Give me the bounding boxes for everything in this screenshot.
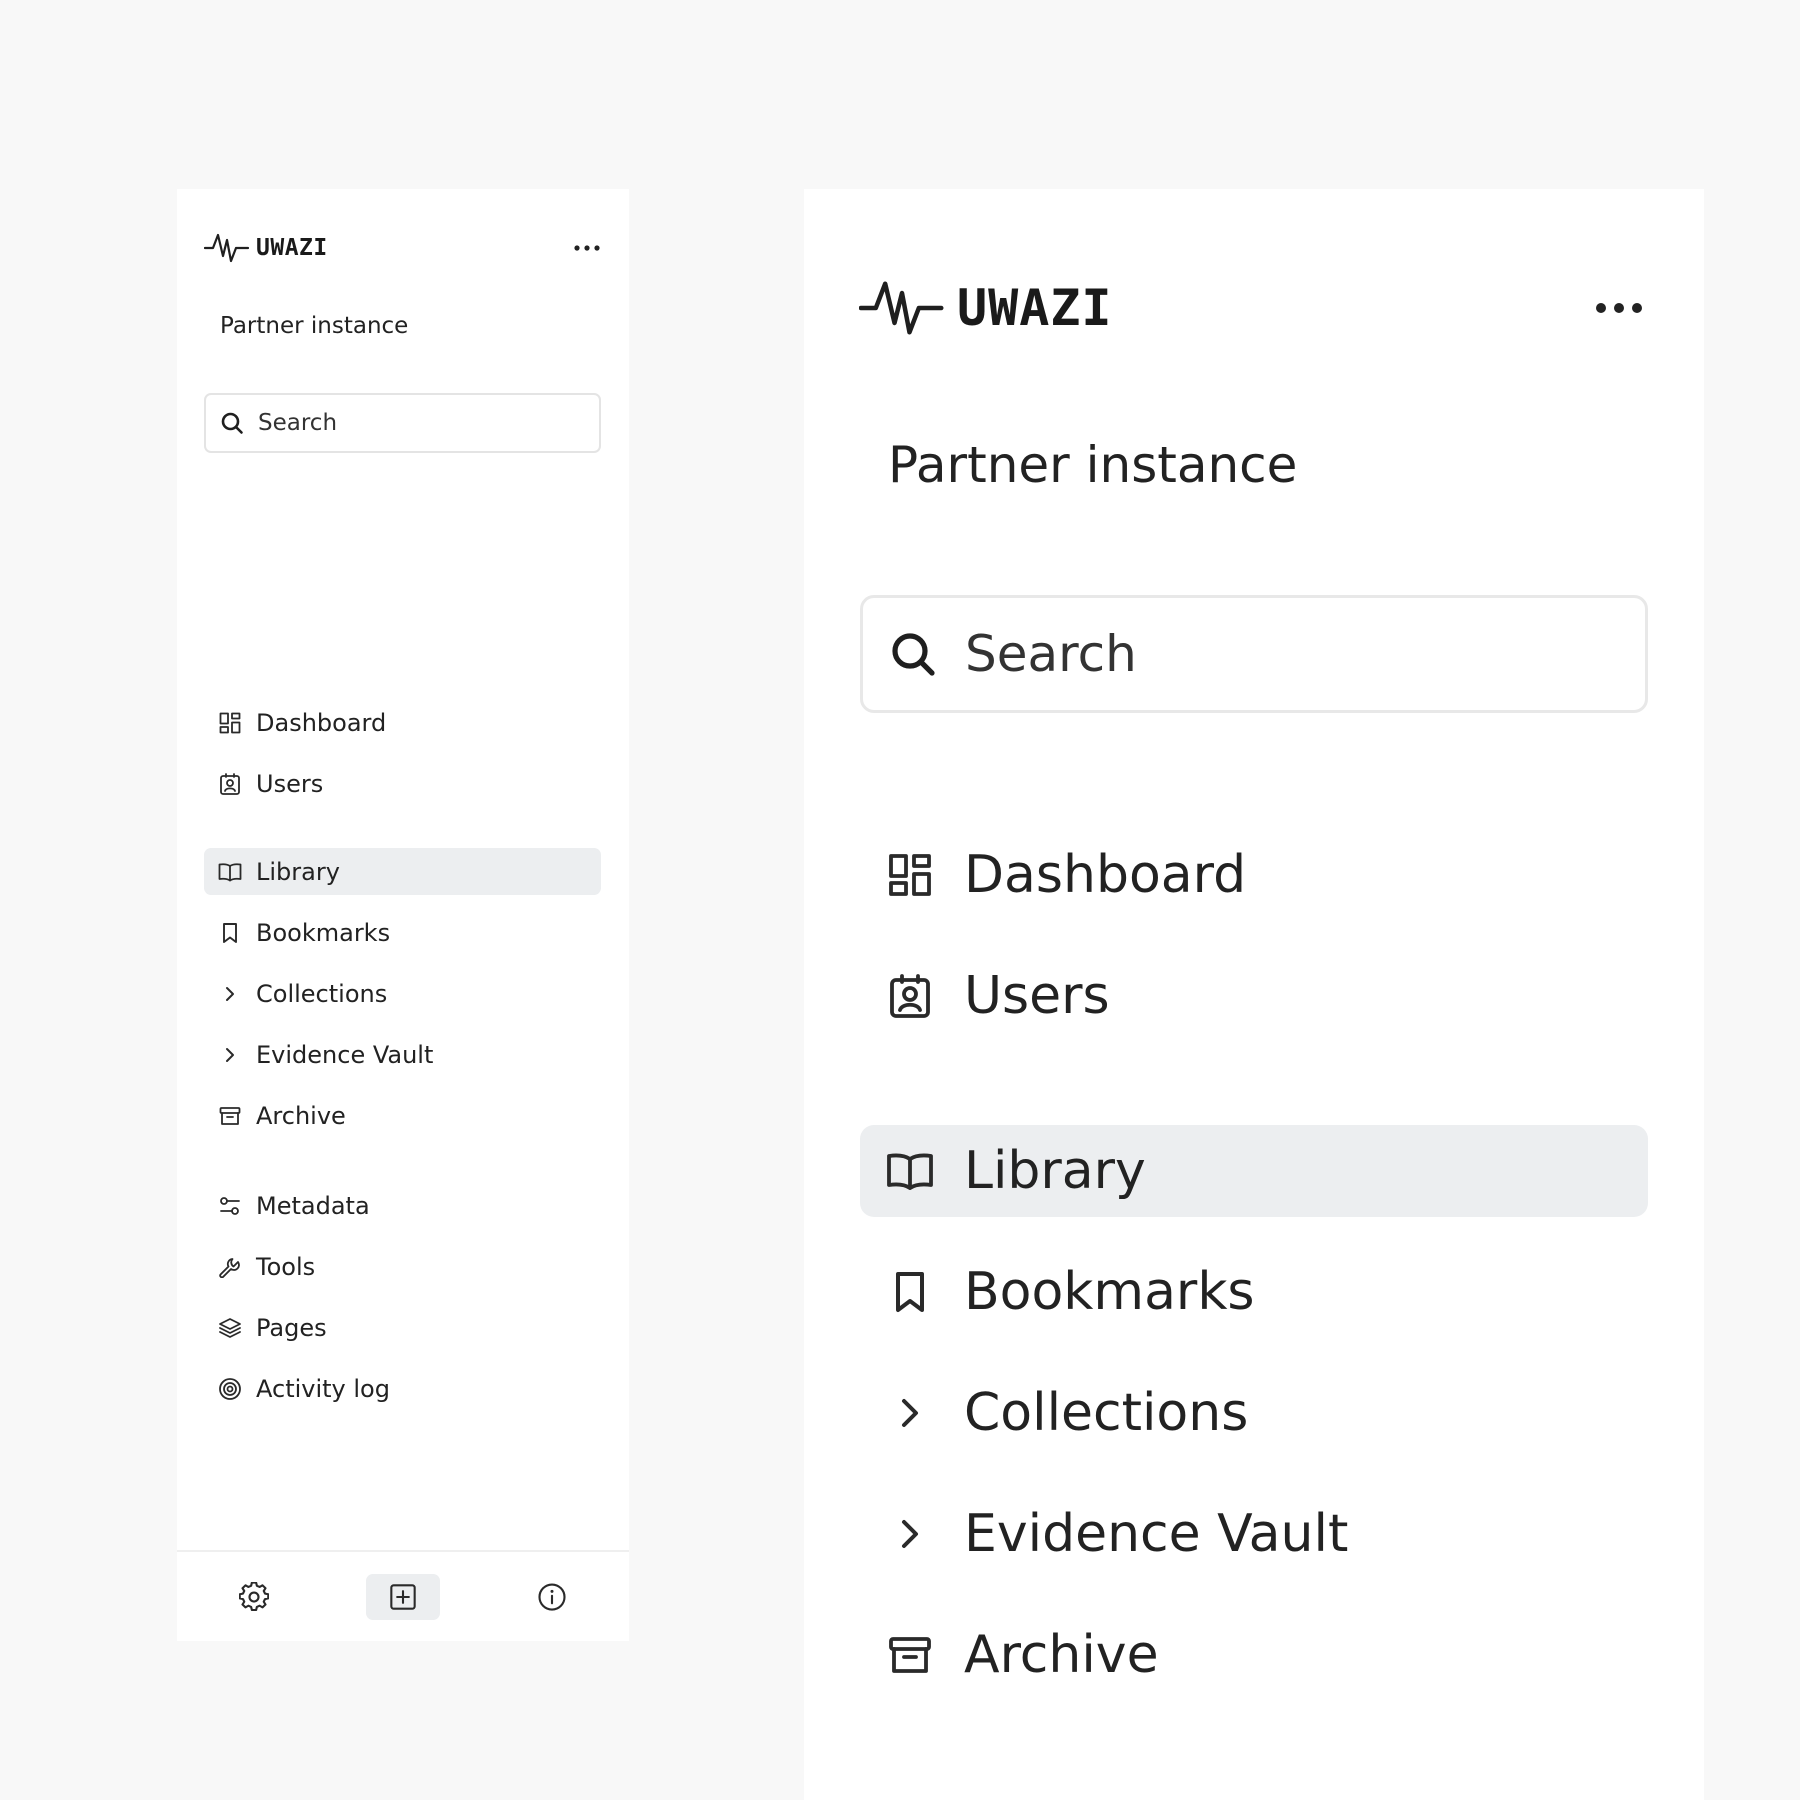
search-icon bbox=[221, 412, 243, 434]
nav-group-content: Library Bookmarks Collections Evidence V… bbox=[860, 1125, 1648, 1730]
sidebar-item-label: Pages bbox=[256, 1313, 327, 1342]
uwazi-logo-icon bbox=[204, 233, 250, 263]
chevron-right-icon[interactable] bbox=[886, 1389, 934, 1437]
target-icon bbox=[218, 1377, 242, 1401]
sidebar-item-metadata[interactable]: Metadata bbox=[204, 1182, 601, 1229]
user-badge-icon bbox=[886, 972, 934, 1020]
sidebar-item-tools[interactable]: Tools bbox=[204, 1243, 601, 1290]
zoomed-sidebar-preview: UWAZI Partner instance Search Dashboard … bbox=[804, 189, 1704, 1800]
sidebar-item-label: Archive bbox=[256, 1101, 346, 1130]
sidebar-item-bookmarks[interactable]: Bookmarks bbox=[204, 909, 601, 956]
sidebar-item-label: Evidence Vault bbox=[256, 1040, 434, 1069]
sidebar-item-evidence-vault[interactable]: Evidence Vault bbox=[204, 1031, 601, 1078]
sidebar-item-label: Bookmarks bbox=[256, 918, 391, 947]
sidebar-item-label: Activity log bbox=[256, 1374, 390, 1403]
sidebar-item-archive[interactable]: Archive bbox=[860, 1609, 1648, 1701]
sidebar-item-label: Archive bbox=[964, 1625, 1159, 1685]
sidebar-item-evidence-vault[interactable]: Evidence Vault bbox=[860, 1488, 1648, 1580]
sidebar-item-pages[interactable]: Pages bbox=[204, 1304, 601, 1351]
sidebar-item-library[interactable]: Library bbox=[860, 1125, 1648, 1217]
search-placeholder: Search bbox=[965, 625, 1137, 683]
wrench-icon bbox=[218, 1255, 242, 1279]
dashboard-icon bbox=[886, 851, 934, 899]
sidebar-item-dashboard[interactable]: Dashboard bbox=[204, 699, 601, 746]
search-input[interactable]: Search bbox=[204, 393, 601, 453]
gear-icon bbox=[239, 1581, 269, 1611]
sidebar-item-activity-log[interactable]: Activity log bbox=[204, 1365, 601, 1412]
ellipsis-icon bbox=[1596, 303, 1642, 313]
sidebar-item-label: Library bbox=[256, 857, 340, 886]
sidebar-header: UWAZI bbox=[204, 228, 602, 268]
user-badge-icon bbox=[218, 772, 242, 796]
sliders-icon bbox=[218, 1194, 242, 1218]
ellipsis-icon bbox=[574, 245, 600, 251]
sidebar-item-label: Users bbox=[964, 966, 1110, 1026]
dashboard-icon bbox=[218, 711, 242, 735]
chevron-right-icon[interactable] bbox=[886, 1510, 934, 1558]
sidebar-item-users[interactable]: Users bbox=[204, 760, 601, 807]
search-input[interactable]: Search bbox=[860, 595, 1648, 713]
instance-name: Partner instance bbox=[220, 313, 409, 339]
nav-group-content: Library Bookmarks Collections Evidence V… bbox=[204, 848, 601, 1153]
plus-square-icon bbox=[390, 1583, 416, 1610]
nav-group-primary: Dashboard Users bbox=[204, 699, 601, 821]
more-options-button[interactable] bbox=[1589, 288, 1649, 328]
sidebar-footer bbox=[177, 1550, 629, 1641]
sidebar-item-label: Metadata bbox=[256, 1191, 370, 1220]
bookmark-icon bbox=[218, 921, 242, 945]
brand-logo[interactable]: UWAZI bbox=[859, 278, 1113, 338]
archive-icon bbox=[218, 1104, 242, 1128]
brand-name: UWAZI bbox=[957, 279, 1113, 337]
sidebar-item-collections[interactable]: Collections bbox=[860, 1367, 1648, 1459]
info-button[interactable] bbox=[515, 1574, 589, 1620]
sidebar-item-label: Library bbox=[964, 1141, 1146, 1201]
book-open-icon bbox=[886, 1147, 934, 1195]
search-icon bbox=[892, 633, 935, 676]
more-options-button[interactable] bbox=[572, 236, 602, 260]
sidebar-item-bookmarks[interactable]: Bookmarks bbox=[860, 1246, 1648, 1338]
sidebar-item-dashboard[interactable]: Dashboard bbox=[860, 829, 1648, 921]
sidebar-item-label: Evidence Vault bbox=[964, 1504, 1349, 1564]
add-button[interactable] bbox=[366, 1573, 440, 1620]
brand-logo[interactable]: UWAZI bbox=[204, 232, 328, 264]
chevron-right-icon[interactable] bbox=[218, 1043, 242, 1067]
bookmark-icon bbox=[886, 1268, 934, 1316]
sidebar-item-library[interactable]: Library bbox=[204, 848, 601, 895]
sidebar-item-label: Tools bbox=[256, 1252, 316, 1281]
uwazi-logo-icon bbox=[859, 281, 944, 335]
sidebar: UWAZI Partner instance Search Dashboard … bbox=[177, 189, 629, 1641]
sidebar-item-label: Collections bbox=[964, 1383, 1249, 1443]
sidebar-item-label: Dashboard bbox=[964, 845, 1247, 905]
chevron-right-icon[interactable] bbox=[218, 982, 242, 1006]
sidebar-header: UWAZI bbox=[859, 273, 1649, 343]
layers-icon bbox=[218, 1316, 242, 1340]
info-icon bbox=[538, 1582, 566, 1611]
nav-group-primary: Dashboard Users bbox=[860, 829, 1648, 1071]
search-placeholder: Search bbox=[258, 410, 338, 436]
settings-button[interactable] bbox=[217, 1574, 291, 1620]
brand-name: UWAZI bbox=[256, 235, 328, 261]
sidebar-item-users[interactable]: Users bbox=[860, 950, 1648, 1042]
sidebar-item-label: Bookmarks bbox=[964, 1262, 1255, 1322]
nav-group-settings: Metadata Tools Pages Activity log bbox=[204, 1182, 601, 1426]
instance-name: Partner instance bbox=[888, 436, 1298, 494]
sidebar-item-collections[interactable]: Collections bbox=[204, 970, 601, 1017]
sidebar-item-archive[interactable]: Archive bbox=[204, 1092, 601, 1139]
sidebar-item-label: Users bbox=[256, 769, 324, 798]
archive-icon bbox=[886, 1631, 934, 1679]
sidebar-item-label: Dashboard bbox=[256, 708, 387, 737]
sidebar-item-label: Collections bbox=[256, 979, 388, 1008]
book-open-icon bbox=[218, 860, 242, 884]
